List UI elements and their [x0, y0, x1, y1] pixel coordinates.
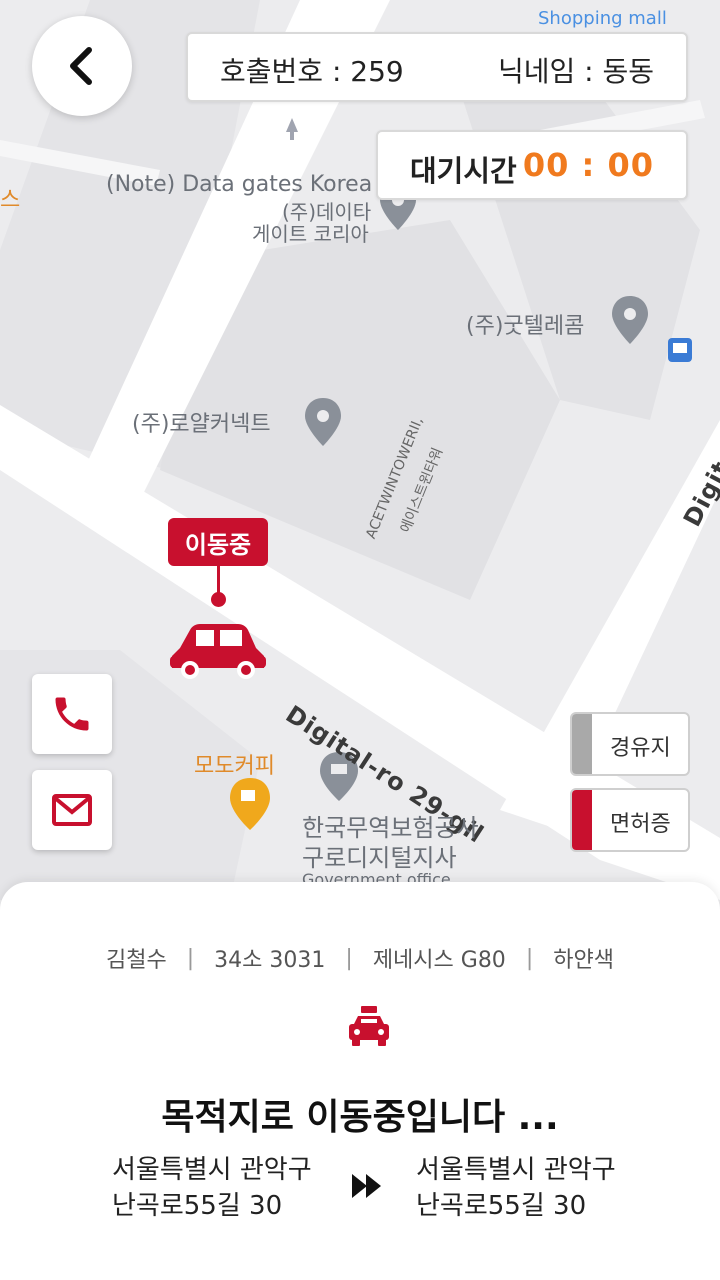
origin-address: 서울특별시 관악구 난곡로55길 30 [112, 1152, 312, 1224]
data-gates-kr-label-2: 게이트 코리아 [252, 222, 369, 246]
license-indicator [572, 790, 592, 850]
driver-info-row: 김철수 | 34소 3031 | 제네시스 G80 | 하얀색 [0, 942, 720, 974]
tag-dot [211, 592, 226, 607]
wait-time-box: 대기시간 00 : 00 [376, 130, 688, 200]
call-info-box: 호출번호 : 259 닉네임 : 동동 [186, 32, 688, 102]
waypoint-indicator [572, 714, 592, 774]
car-color: 하얀색 [553, 948, 614, 973]
mail-icon [52, 794, 92, 826]
driver-name: 김철수 [106, 948, 167, 973]
car-model: 제네시스 G80 [372, 948, 506, 973]
kotra-label-2: 구로디지털지사 [302, 844, 457, 872]
license-button[interactable]: 면허증 [570, 788, 690, 852]
partial-left-label: 스 [0, 188, 21, 213]
call-number: 호출번호 : 259 [220, 55, 404, 88]
shopping-mall-label: Shopping mall [538, 8, 667, 29]
goodtelecom-label: (주)굿텔레콤 [466, 314, 585, 339]
back-button[interactable] [32, 16, 132, 116]
license-label: 면허증 [610, 812, 671, 837]
moving-status-tag: 이동중 [168, 518, 268, 566]
note-data-gates-label: (Note) Data gates Korea [106, 172, 373, 197]
waypoint-button[interactable]: 경유지 [570, 712, 690, 776]
fast-forward-icon [352, 1174, 381, 1198]
divider: | [345, 945, 353, 971]
back-icon [70, 47, 92, 85]
royal-connect-label: (주)로얄커넥트 [132, 412, 271, 437]
mail-button[interactable] [32, 770, 112, 850]
trip-status-text: 목적지로 이동중입니다 ... [161, 1097, 559, 1138]
car-icon [170, 624, 266, 679]
destination-address-line2: 난곡로55길 30 [416, 1191, 587, 1221]
divider: | [525, 945, 534, 971]
wait-time: 00 : 00 [522, 146, 654, 184]
origin-address-line1: 서울특별시 관악구 [112, 1155, 312, 1185]
car-plate: 34소 3031 [214, 948, 326, 973]
cafe-label: 모도커피 [194, 754, 275, 779]
origin-address-line2: 난곡로55길 30 [112, 1191, 283, 1221]
nickname: 닉네임 : 동동 [497, 55, 654, 88]
phone-icon [55, 697, 89, 731]
phone-button[interactable] [32, 674, 112, 754]
divider: | [186, 945, 195, 971]
trip-info-sheet: 김철수 | 34소 3031 | 제네시스 G80 | 하얀색 목적지로 이동중… [0, 882, 720, 1280]
taxi-icon [349, 1006, 389, 1046]
waypoint-label: 경유지 [610, 736, 671, 761]
destination-address-line1: 서울특별시 관악구 [416, 1155, 616, 1185]
destination-address: 서울특별시 관악구 난곡로55길 30 [416, 1152, 616, 1224]
wait-label: 대기시간 [410, 154, 517, 188]
